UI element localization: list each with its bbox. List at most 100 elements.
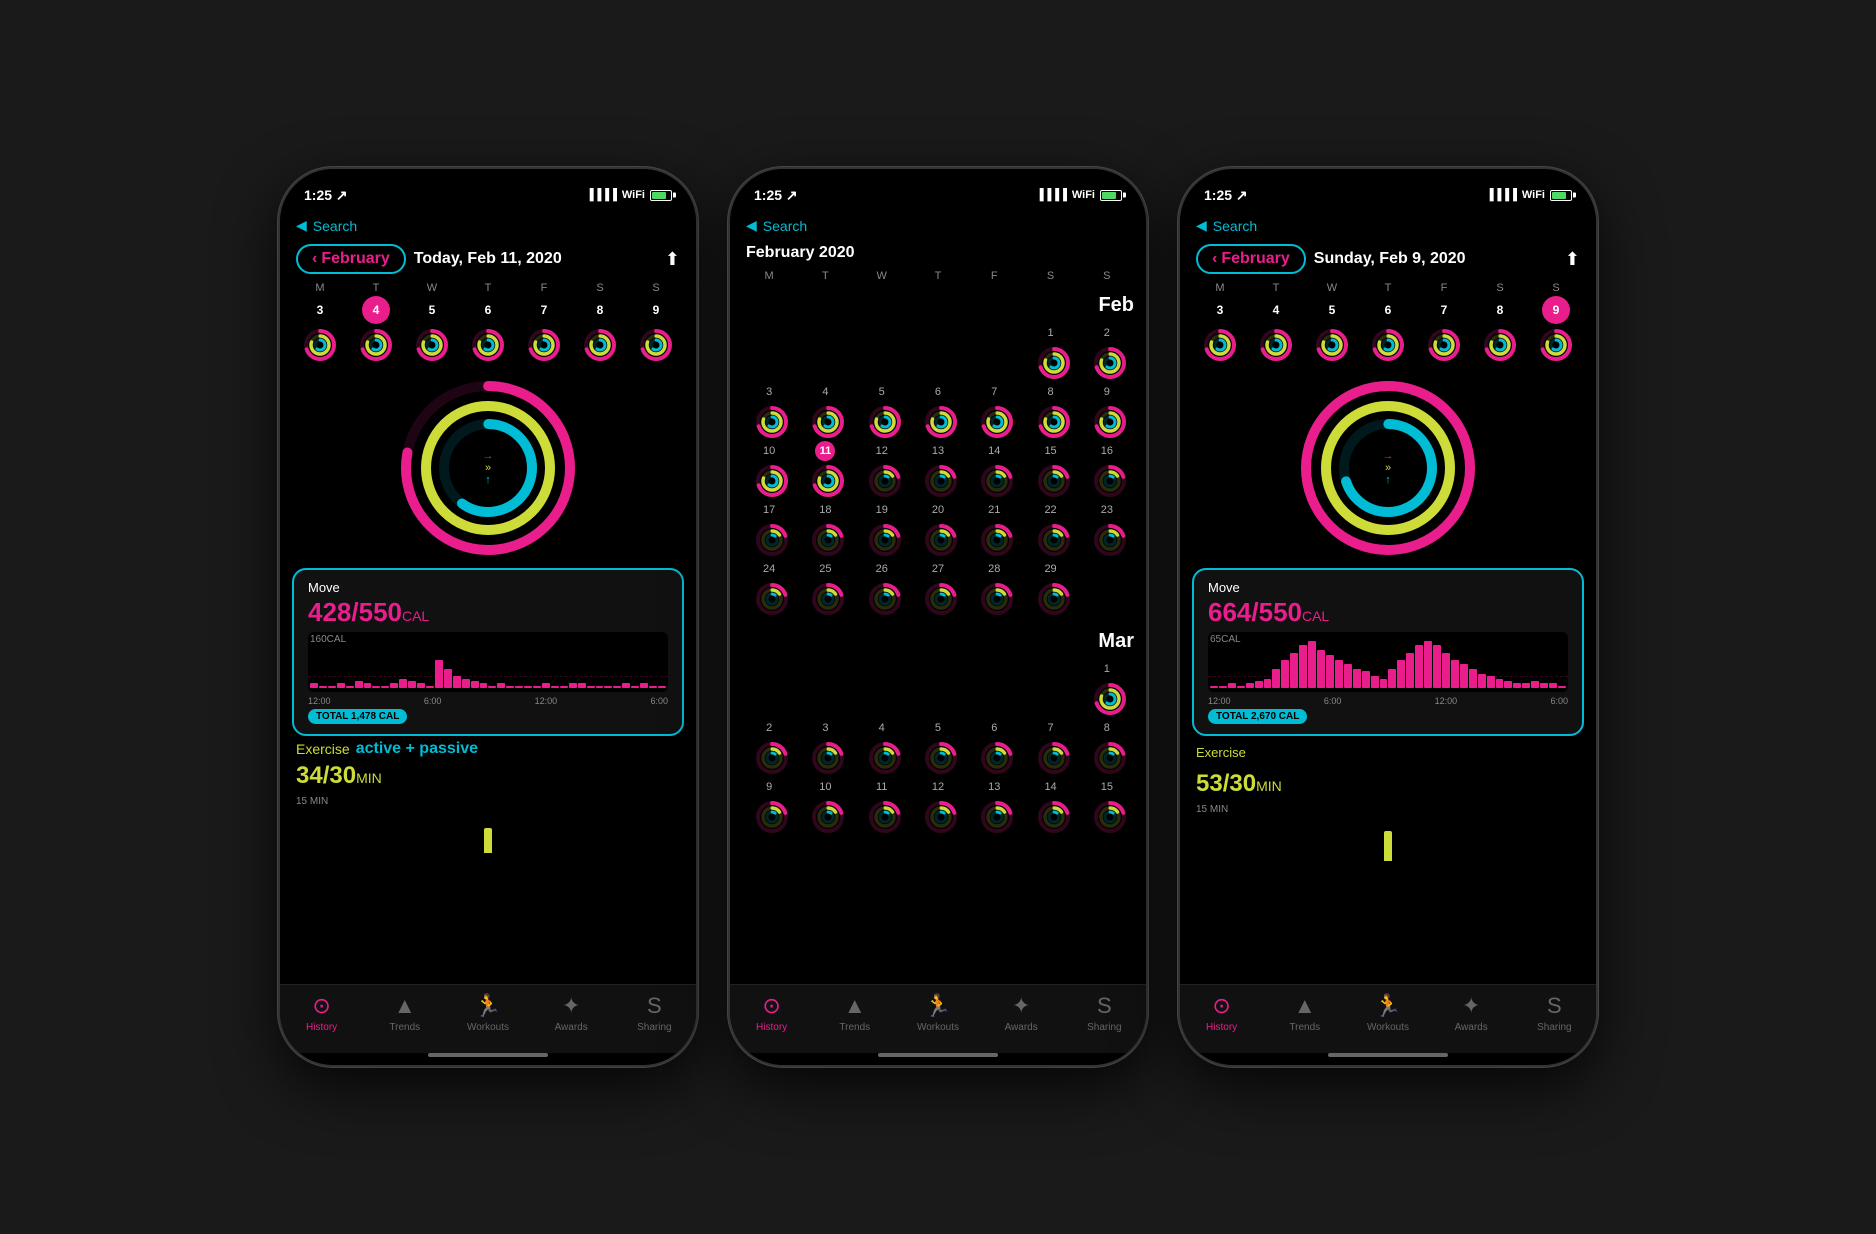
tab-sharing[interactable]: S Sharing <box>1074 993 1134 1033</box>
cal-cell[interactable]: 22 <box>1023 498 1077 555</box>
cal-cell[interactable]: 15 <box>1080 775 1134 832</box>
tab-awards[interactable]: ✦ Awards <box>541 993 601 1033</box>
cal-cell[interactable]: 26 <box>855 557 909 614</box>
cal-day-num: 28 <box>984 559 1004 579</box>
tab-awards[interactable]: ✦ Awards <box>991 993 1051 1033</box>
back-button[interactable]: ◀ Search <box>746 217 807 234</box>
cal-cell[interactable]: 10 <box>742 439 796 496</box>
cal-day-num: 8 <box>1041 382 1061 402</box>
cal-cell[interactable]: 3 <box>742 380 796 437</box>
calendar-scroll[interactable]: February 2020 MTWTFSS Feb <box>730 240 1146 984</box>
share-button[interactable]: ⬆ <box>1565 249 1580 270</box>
cal-cell[interactable]: 13 <box>911 439 965 496</box>
time-label: 6:00 <box>1550 696 1568 706</box>
cal-cell[interactable]: 24 <box>742 557 796 614</box>
cal-day-num: 22 <box>1041 500 1061 520</box>
cal-cell[interactable]: 20 <box>911 498 965 555</box>
cal-cell[interactable]: 18 <box>798 498 852 555</box>
week-days-row: M 3 T 4 W 5 <box>280 282 696 364</box>
cal-cell[interactable]: 8 <box>1080 716 1134 773</box>
tab-workouts[interactable]: 🏃 Workouts <box>1358 993 1418 1033</box>
share-button[interactable]: ⬆ <box>665 249 680 270</box>
cal-cell[interactable]: 17 <box>742 498 796 555</box>
cal-cell[interactable]: 7 <box>967 380 1021 437</box>
week-day-0[interactable]: M 3 <box>1196 282 1244 364</box>
notch <box>873 169 1003 197</box>
chart-labels: 12:006:0012:006:00 <box>308 696 668 706</box>
cal-cell[interactable]: 3 <box>798 716 852 773</box>
cal-cell[interactable]: 9 <box>742 775 796 832</box>
tab-workouts[interactable]: 🏃 Workouts <box>458 993 518 1033</box>
cal-cell[interactable]: 19 <box>855 498 909 555</box>
cal-cell[interactable]: 28 <box>967 557 1021 614</box>
cal-cell[interactable]: 14 <box>1023 775 1077 832</box>
back-button[interactable]: ◀ Search <box>1196 217 1257 234</box>
cal-cell[interactable]: 12 <box>911 775 965 832</box>
cal-cell[interactable]: 29 <box>1023 557 1077 614</box>
cal-cell[interactable]: 11 <box>798 439 852 496</box>
home-indicator <box>1328 1053 1448 1057</box>
cal-cell[interactable]: 8 <box>1023 380 1077 437</box>
week-day-5[interactable]: S 8 <box>576 282 624 364</box>
week-day-4[interactable]: F 7 <box>520 282 568 364</box>
move-label: Move <box>308 580 668 595</box>
cal-cell[interactable]: 10 <box>798 775 852 832</box>
week-day-3[interactable]: T 6 <box>464 282 512 364</box>
header-row: ‹ February Sunday, Feb 9, 2020 ⬆ <box>1180 240 1596 282</box>
cal-cell[interactable]: 5 <box>855 380 909 437</box>
cal-cell[interactable]: 13 <box>967 775 1021 832</box>
week-day-2[interactable]: W 5 <box>1308 282 1356 364</box>
cal-cell[interactable]: 27 <box>911 557 965 614</box>
main-rings: → » ↑ <box>1180 368 1596 568</box>
cal-cell[interactable]: 14 <box>967 439 1021 496</box>
week-day-2[interactable]: W 5 <box>408 282 456 364</box>
week-day-3[interactable]: T 6 <box>1364 282 1412 364</box>
week-day-4[interactable]: F 7 <box>1420 282 1468 364</box>
cal-cell[interactable]: 5 <box>911 716 965 773</box>
cal-day-num <box>1097 559 1117 579</box>
month-button[interactable]: ‹ February <box>296 244 406 274</box>
cal-cell[interactable]: 9 <box>1080 380 1134 437</box>
tab-history[interactable]: ⊙ History <box>1192 993 1252 1033</box>
tab-sharing[interactable]: S Sharing <box>1524 993 1584 1033</box>
week-day-1[interactable]: T 4 <box>1252 282 1300 364</box>
day-letter: W <box>1327 282 1337 294</box>
week-day-0[interactable]: M 3 <box>296 282 344 364</box>
tab-workouts[interactable]: 🏃 Workouts <box>908 993 968 1033</box>
month-button[interactable]: ‹ February <box>1196 244 1306 274</box>
tab-history[interactable]: ⊙ History <box>742 993 802 1033</box>
cal-cell[interactable]: 4 <box>855 716 909 773</box>
cal-cell[interactable]: 12 <box>855 439 909 496</box>
cal-cell[interactable]: 16 <box>1080 439 1134 496</box>
week-day-6[interactable]: S 9 <box>632 282 680 364</box>
cal-cell[interactable]: 6 <box>967 716 1021 773</box>
tab-awards[interactable]: ✦ Awards <box>1441 993 1501 1033</box>
cal-cell[interactable]: 1 <box>1023 321 1077 378</box>
min-label: 15 MIN <box>292 794 684 809</box>
back-button[interactable]: ◀ Search <box>296 217 357 234</box>
cal-cell[interactable]: 11 <box>855 775 909 832</box>
cal-cell[interactable]: 2 <box>742 716 796 773</box>
week-day-6[interactable]: S 9 <box>1532 282 1580 364</box>
total-label: TOTAL 2,670 CAL <box>1208 709 1307 724</box>
tab-trends[interactable]: ▲ Trends <box>375 993 435 1033</box>
main-rings: → » ↑ <box>280 368 696 568</box>
tab-history[interactable]: ⊙ History <box>292 993 352 1033</box>
chart-bar <box>560 686 568 688</box>
cal-cell[interactable]: 15 <box>1023 439 1077 496</box>
tab-trends[interactable]: ▲ Trends <box>825 993 885 1033</box>
tab-trends[interactable]: ▲ Trends <box>1275 993 1335 1033</box>
cal-cell[interactable]: 21 <box>967 498 1021 555</box>
cal-cell[interactable]: 23 <box>1080 498 1134 555</box>
wifi-icon: WiFi <box>1522 189 1545 201</box>
cal-cell[interactable]: 7 <box>1023 716 1077 773</box>
cal-cell[interactable]: 25 <box>798 557 852 614</box>
cal-cell[interactable]: 1 <box>1080 657 1134 714</box>
week-day-1[interactable]: T 4 <box>352 282 400 364</box>
tab-sharing[interactable]: S Sharing <box>624 993 684 1033</box>
week-day-5[interactable]: S 8 <box>1476 282 1524 364</box>
cal-cell[interactable]: 6 <box>911 380 965 437</box>
chart-bar <box>1397 660 1405 688</box>
cal-cell[interactable]: 4 <box>798 380 852 437</box>
cal-cell[interactable]: 2 <box>1080 321 1134 378</box>
